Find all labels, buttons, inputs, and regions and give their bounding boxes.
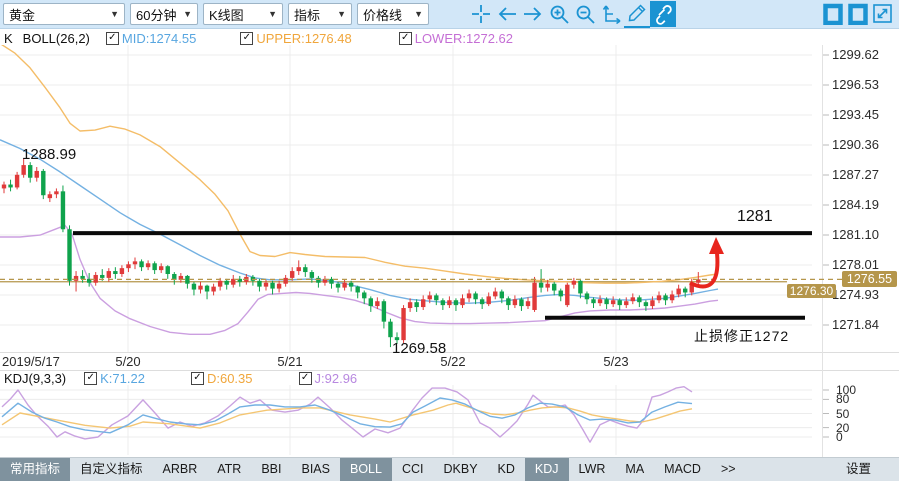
- checkbox-checked-icon[interactable]: ✓: [84, 372, 97, 385]
- tab-常用指标[interactable]: 常用指标: [0, 458, 70, 481]
- select-label: K线图: [209, 5, 244, 24]
- kdj-lines: [2, 387, 692, 443]
- boll-indicator-name: BOLL(26,2): [23, 31, 90, 46]
- kdj-indicator-header: KDJ(9,3,3) ✓K:71.22✓D:60.35✓J:92.96: [4, 371, 357, 386]
- symbol-select-0[interactable]: 黄金 ▼: [3, 3, 125, 25]
- tab-自定义指标[interactable]: 自定义指标: [70, 458, 153, 481]
- indicator-value-label: K:71.22: [100, 371, 145, 386]
- y-axis-label: 1299.62: [832, 47, 879, 62]
- arrow-right-icon[interactable]: [520, 1, 546, 27]
- link-icon[interactable]: [650, 1, 676, 27]
- current-price-badge: 1276.55: [842, 271, 897, 287]
- symbol-select-2[interactable]: K线图 ▼: [203, 3, 283, 25]
- select-label: 黄金: [9, 5, 35, 24]
- high-price-label: 1288.99: [22, 146, 76, 163]
- y-axis-label: 1274.93: [832, 287, 879, 302]
- y-axis-label: 1290.36: [832, 137, 879, 152]
- panel-layout-filled-icon[interactable]: [845, 1, 870, 26]
- indicator-toggle-1: ✓UPPER:1276.48: [240, 31, 351, 46]
- kdj-indicator-name: KDJ(9,3,3): [4, 371, 66, 386]
- indicator-value-label: UPPER:1276.48: [256, 31, 351, 46]
- indicator-prefix: K: [4, 31, 13, 46]
- indicator-toggle-2: ✓J:92.96: [299, 371, 358, 386]
- y-axis-label: 1278.01: [832, 257, 879, 272]
- chevron-down-icon: ▼: [268, 9, 277, 19]
- tab-BBI[interactable]: BBI: [251, 458, 291, 481]
- indicator-toggle-1: ✓D:60.35: [191, 371, 253, 386]
- indicator-value-label: LOWER:1272.62: [415, 31, 513, 46]
- date-label: 5/20: [115, 354, 140, 369]
- chart-canvas[interactable]: [0, 0, 899, 481]
- indicator-toggle-0: ✓K:71.22: [84, 371, 145, 386]
- tab-DKBY[interactable]: DKBY: [434, 458, 488, 481]
- indicator-value-label: D:60.35: [207, 371, 253, 386]
- arrow-left-icon[interactable]: [494, 1, 520, 27]
- boll-indicator-header: K BOLL(26,2) ✓MID:1274.55✓UPPER:1276.48✓…: [4, 31, 513, 46]
- symbol-select-3[interactable]: 指标 ▼: [288, 3, 352, 25]
- kdj-axis-label: 50: [836, 407, 849, 421]
- select-label: 指标: [294, 5, 320, 24]
- low-price-label: 1269.58: [392, 340, 446, 357]
- checkbox-checked-icon[interactable]: ✓: [240, 32, 253, 45]
- select-label: 价格线: [363, 5, 402, 24]
- kdj-axis-label: 0: [836, 430, 843, 444]
- date-label: 5/23: [603, 354, 628, 369]
- chevron-down-icon: ▼: [414, 9, 423, 19]
- checkbox-checked-icon[interactable]: ✓: [299, 372, 312, 385]
- indicator-toggle-0: ✓MID:1274.55: [106, 31, 196, 46]
- checkbox-checked-icon[interactable]: ✓: [191, 372, 204, 385]
- tab-ARBR[interactable]: ARBR: [153, 458, 208, 481]
- indicator-value-label: MID:1274.55: [122, 31, 196, 46]
- settings-button[interactable]: 设置: [836, 458, 881, 481]
- tab-CCI[interactable]: CCI: [392, 458, 434, 481]
- tab-LWR[interactable]: LWR: [569, 458, 616, 481]
- date-label: 5/21: [277, 354, 302, 369]
- pencil-icon[interactable]: [624, 0, 650, 28]
- date-label: 2019/5/17: [2, 354, 60, 369]
- checkbox-checked-icon[interactable]: ✓: [106, 32, 119, 45]
- trading-app: 黄金 ▼ 60分钟 ▼ K线图 ▼ 指标 ▼ 价格线 ▼: [0, 0, 899, 481]
- chevron-down-icon: ▼: [337, 9, 346, 19]
- select-label: 60分钟: [136, 5, 176, 24]
- window-controls: [820, 1, 895, 26]
- zoom-out-icon[interactable]: [572, 1, 598, 27]
- kdj-axis-label: 80: [836, 392, 849, 406]
- expand-icon[interactable]: [870, 1, 895, 26]
- grid: [0, 45, 899, 457]
- indicator-tabbar: 常用指标自定义指标ARBRATRBBIBIASBOLLCCIDKBYKDKDJL…: [0, 457, 899, 481]
- chevron-down-icon: ▼: [183, 9, 192, 19]
- indicator-toggle-2: ✓LOWER:1272.62: [399, 31, 513, 46]
- tab-BIAS[interactable]: BIAS: [292, 458, 341, 481]
- checkbox-checked-icon[interactable]: ✓: [399, 32, 412, 45]
- toolbar-icons: [468, 0, 676, 28]
- zoom-in-icon[interactable]: [546, 1, 572, 27]
- crosshair-icon[interactable]: [468, 1, 494, 27]
- toolbar: 黄金 ▼ 60分钟 ▼ K线图 ▼ 指标 ▼ 价格线 ▼: [0, 0, 899, 29]
- tab->>[interactable]: >>: [711, 458, 746, 481]
- chevron-down-icon: ▼: [110, 9, 119, 19]
- symbol-select-4[interactable]: 价格线 ▼: [357, 3, 429, 25]
- tab-MACD[interactable]: MACD: [654, 458, 711, 481]
- tab-MA[interactable]: MA: [615, 458, 654, 481]
- tab-KDJ[interactable]: KDJ: [525, 458, 569, 481]
- toolbar-selects: 黄金 ▼ 60分钟 ▼ K线图 ▼ 指标 ▼ 价格线 ▼: [3, 3, 434, 25]
- symbol-select-1[interactable]: 60分钟 ▼: [130, 3, 198, 25]
- y-axis-label: 1271.84: [832, 317, 879, 332]
- y-axis-label: 1284.19: [832, 197, 879, 212]
- stoploss-label: 止损修正1272: [694, 326, 789, 346]
- tab-ATR[interactable]: ATR: [207, 458, 251, 481]
- tab-BOLL[interactable]: BOLL: [340, 458, 392, 481]
- panel-layout-icon[interactable]: [820, 1, 845, 26]
- resistance-label: 1281: [737, 208, 773, 226]
- y-axis-label: 1293.45: [832, 107, 879, 122]
- y-axis-label: 1281.10: [832, 227, 879, 242]
- indicator-value-label: J:92.96: [315, 371, 358, 386]
- tab-KD[interactable]: KD: [488, 458, 525, 481]
- y-axis-label: 1296.53: [832, 77, 879, 92]
- price-line-badge: 1276.30: [787, 284, 836, 298]
- y-axis-label: 1287.27: [832, 167, 879, 182]
- axis-scale-icon[interactable]: [598, 1, 624, 27]
